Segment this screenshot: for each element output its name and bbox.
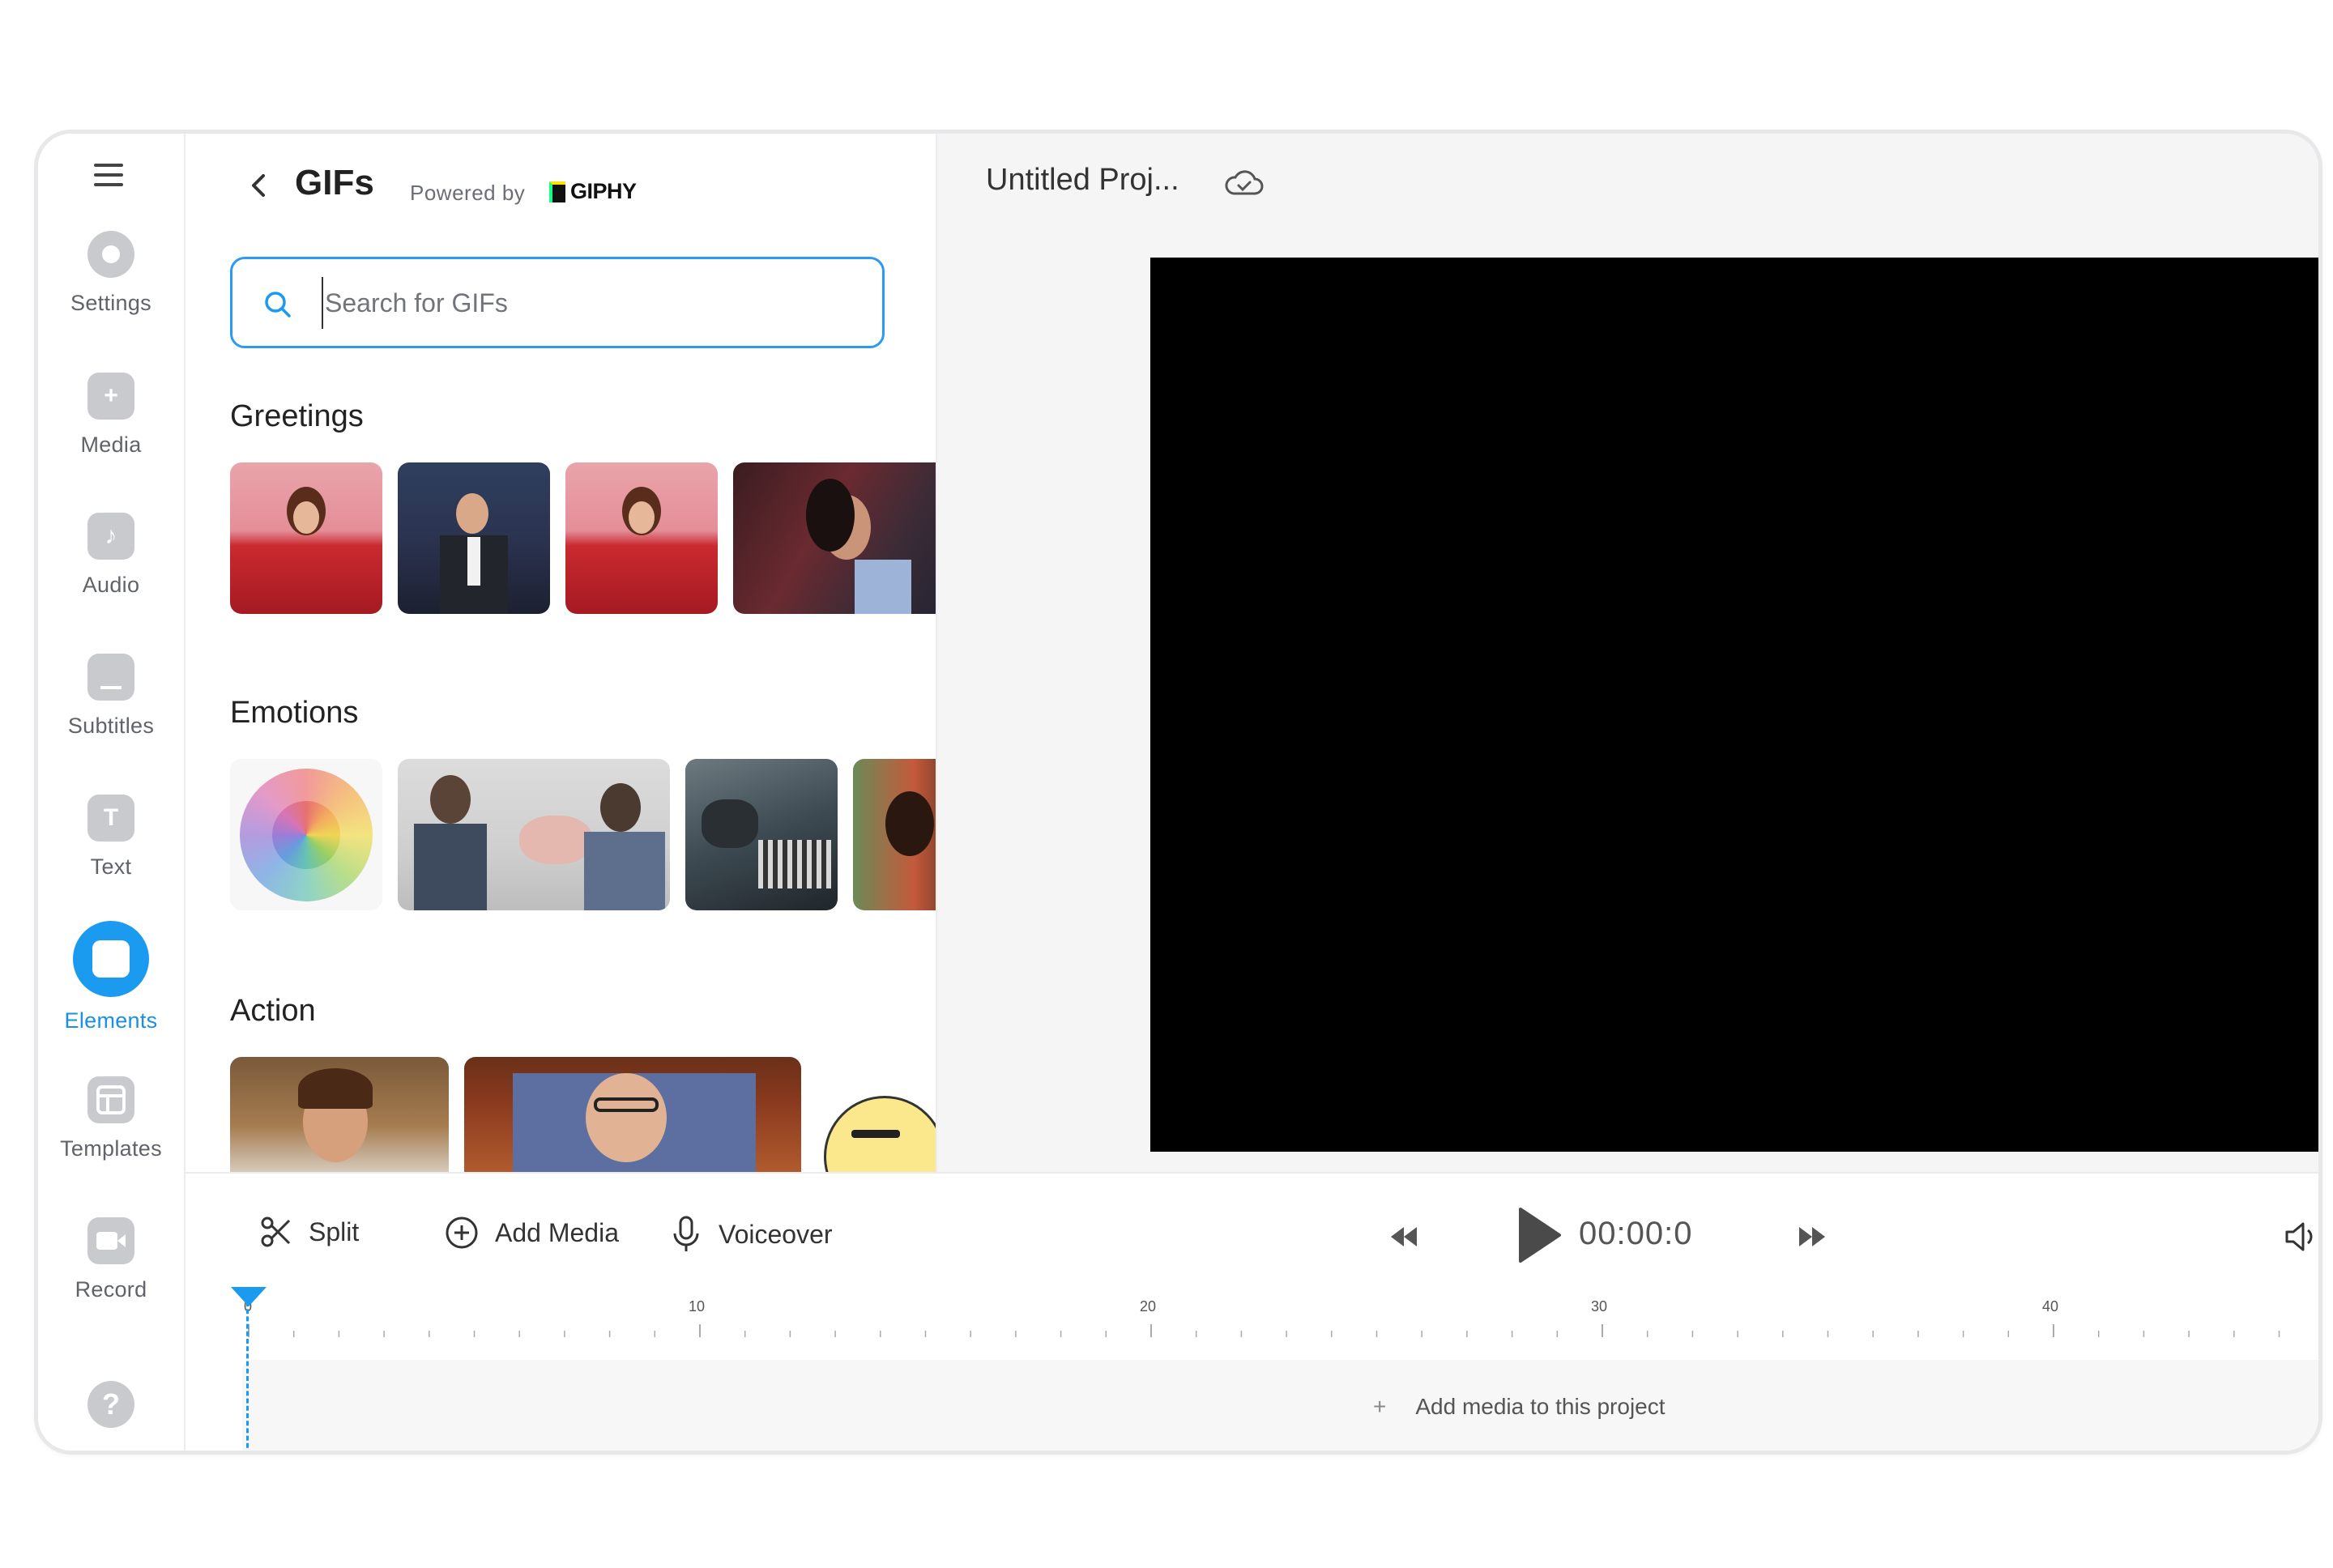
- sidebar-item-settings[interactable]: Settings: [38, 231, 184, 316]
- section-title-emotions: Emotions: [230, 696, 359, 730]
- time-display: 00:00:0: [1579, 1216, 1693, 1251]
- sidebar-label: Subtitles: [67, 714, 155, 738]
- giphy-text: GIPHY: [570, 179, 637, 203]
- powered-by-label: Powered by: [410, 181, 526, 205]
- sidebar-item-media[interactable]: + Media: [38, 373, 184, 458]
- music-note-icon: ♪: [87, 513, 134, 560]
- gif-thumbnail[interactable]: [853, 759, 936, 910]
- volume-icon[interactable]: [2284, 1221, 2316, 1253]
- sidebar-label: Media: [80, 432, 142, 457]
- sidebar-item-record[interactable]: Record: [38, 1217, 184, 1302]
- left-sidebar: Settings + Media ♪ Audio Subtitles T Tex…: [38, 134, 186, 1451]
- section-title-action: Action: [230, 994, 316, 1028]
- sidebar-item-audio[interactable]: ♪ Audio: [38, 513, 184, 598]
- sidebar-item-templates[interactable]: Templates: [38, 1076, 184, 1161]
- gif-thumbnail[interactable]: [230, 462, 382, 614]
- scissors-icon: [261, 1216, 291, 1247]
- playhead-line: [246, 1302, 249, 1451]
- fast-forward-icon[interactable]: [1798, 1224, 1827, 1250]
- gif-thumbnail[interactable]: [733, 462, 936, 614]
- gif-thumbnail[interactable]: [685, 759, 838, 910]
- add-media-label: Add Media: [495, 1217, 619, 1247]
- sidebar-item-subtitles[interactable]: Subtitles: [38, 654, 184, 739]
- sidebar-label: Text: [90, 854, 132, 879]
- section-title-greetings: Greetings: [230, 399, 364, 433]
- playhead-handle[interactable]: [231, 1287, 267, 1306]
- tick-label: 10: [689, 1298, 706, 1314]
- add-media-to-project[interactable]: + Add media to this project: [1373, 1394, 1666, 1420]
- gif-thumbnail[interactable]: [230, 759, 382, 910]
- play-icon[interactable]: [1514, 1206, 1563, 1264]
- timeline-area: Split Add Media Voiceover 00:00:0 0 10 2…: [186, 1172, 2318, 1451]
- gif-thumbnail[interactable]: [398, 462, 550, 614]
- sidebar-label: Settings: [70, 291, 151, 315]
- voiceover-label: Voiceover: [719, 1219, 833, 1249]
- microphone-icon: [673, 1216, 699, 1251]
- sidebar-label: Record: [75, 1277, 147, 1302]
- gif-search-box[interactable]: [230, 257, 885, 348]
- gif-search-input[interactable]: [322, 277, 853, 329]
- subtitles-icon: [87, 654, 134, 701]
- add-circle-icon: [446, 1216, 478, 1249]
- record-icon: [87, 1217, 134, 1264]
- app-window: Settings + Media ♪ Audio Subtitles T Tex…: [34, 130, 2322, 1455]
- back-arrow-icon[interactable]: [242, 169, 275, 202]
- gif-thumbnail[interactable]: [230, 1057, 449, 1172]
- gif-thumbnail[interactable]: [464, 1057, 801, 1172]
- media-track[interactable]: [242, 1360, 2318, 1451]
- elements-icon: [73, 921, 149, 997]
- gif-thumbnail[interactable]: [819, 1089, 936, 1172]
- sidebar-label: Audio: [82, 573, 140, 597]
- plus-icon: +: [87, 373, 134, 420]
- search-icon: [265, 292, 291, 317]
- add-symbol: +: [1373, 1394, 1387, 1419]
- sidebar-item-elements[interactable]: Elements: [38, 921, 184, 1033]
- tick-label: 20: [1140, 1298, 1157, 1314]
- add-media-prompt: Add media to this project: [1415, 1394, 1666, 1419]
- split-label: Split: [309, 1216, 360, 1246]
- voiceover-button[interactable]: Voiceover: [670, 1216, 833, 1253]
- video-canvas[interactable]: [1150, 258, 2318, 1152]
- text-icon: T: [87, 795, 134, 842]
- split-button[interactable]: Split: [260, 1216, 359, 1248]
- sidebar-label: Elements: [64, 1008, 158, 1033]
- timeline-ruler[interactable]: [186, 1295, 2318, 1344]
- rewind-icon[interactable]: [1389, 1224, 1418, 1250]
- project-title[interactable]: Untitled Proj...: [986, 163, 1179, 198]
- help-icon[interactable]: ?: [87, 1381, 134, 1428]
- tick-label: 40: [2042, 1298, 2059, 1314]
- gif-thumbnail[interactable]: [565, 462, 718, 614]
- add-media-button[interactable]: Add Media: [445, 1216, 619, 1250]
- gif-panel: GIFs Powered by GIPHY Greetings: [186, 134, 937, 1172]
- gif-thumbnail[interactable]: [398, 759, 670, 910]
- giphy-logo: GIPHY: [549, 179, 637, 204]
- menu-icon[interactable]: [94, 164, 123, 190]
- sidebar-label: Templates: [60, 1136, 162, 1161]
- tick-label: 30: [1591, 1298, 1608, 1314]
- panel-title: GIFs: [295, 163, 374, 202]
- giphy-mark-icon: [549, 181, 565, 202]
- settings-icon: [87, 231, 134, 278]
- templates-icon: [87, 1076, 134, 1123]
- cloud-save-icon[interactable]: [1224, 168, 1265, 198]
- sidebar-item-text[interactable]: T Text: [38, 795, 184, 880]
